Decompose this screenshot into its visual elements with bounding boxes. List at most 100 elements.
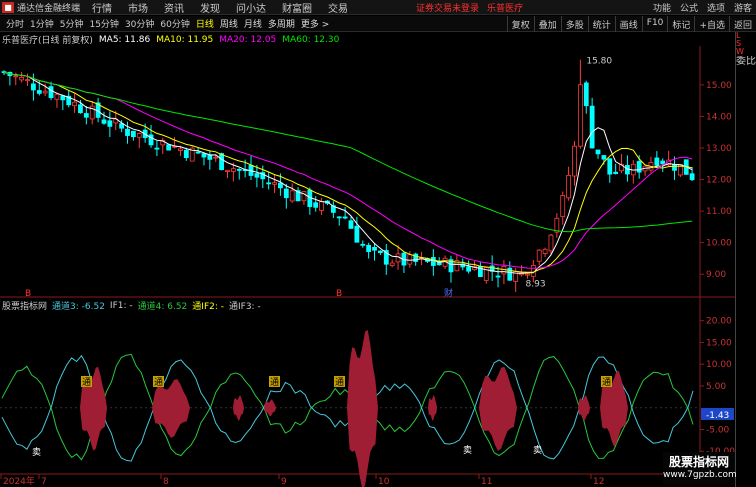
candle-body [607, 158, 613, 175]
candle-body [354, 225, 360, 243]
ma5-line [3, 71, 693, 274]
candle-body [101, 119, 107, 124]
ma60-value: MA60: 12.30 [282, 34, 340, 45]
candle-body [336, 216, 342, 219]
channel-spindle [428, 395, 437, 421]
candle-body [266, 182, 272, 185]
candle-body [589, 105, 595, 149]
sell-mark: 卖 [463, 445, 472, 456]
date-tick-label: 7 [41, 477, 47, 487]
watermark-title: 股票指标网 [668, 455, 729, 469]
candle-body [554, 217, 560, 233]
channel-spindle [578, 395, 590, 421]
candle-body [660, 160, 666, 165]
candle-body [178, 148, 183, 151]
indicator-legend: 股票指标网 通道3: -6.52 IF1: - 通道4: 6.52 通IF2: … [0, 299, 266, 313]
ma60-line [3, 71, 693, 233]
candle-body [201, 153, 207, 158]
candle-body [636, 161, 642, 173]
panel-mark-s: S [736, 40, 742, 48]
candle-body [566, 174, 572, 199]
candle-body [31, 83, 36, 91]
price-tick-label: 11.00 [706, 207, 732, 217]
indicator-tick-label: 15.00 [706, 338, 732, 348]
price-tick-label: 10.00 [706, 239, 732, 249]
watermark-url: www.7gpzb.com [663, 470, 737, 480]
candle-body [360, 243, 366, 246]
channel-spindle [347, 329, 378, 487]
candle-body [495, 275, 501, 278]
price-tick-label: 12.00 [706, 176, 732, 186]
candle-body [613, 171, 619, 174]
quote-side-panel: L S W 委比卖五卖四卖三卖二卖一买一买二买三买四买五现价涨跌涨幅总量外盘换手… [735, 32, 756, 487]
channel-spindle [264, 399, 276, 417]
ma20-line [3, 71, 693, 269]
indicator-badge-label: -1.43 [706, 411, 729, 421]
candle-body [166, 144, 172, 151]
candle-body [72, 101, 77, 107]
tong-mark: 通 [154, 377, 163, 388]
candle-body [83, 113, 89, 118]
ma5-value: MA5: 11.86 [98, 34, 151, 45]
candle-body [78, 104, 83, 114]
candle-body [466, 266, 472, 272]
if2-value: 通IF2: - [192, 302, 224, 312]
sell-mark: 卖 [32, 447, 41, 458]
candle-body [125, 128, 130, 136]
date-tick-label: 2024年 [3, 475, 35, 487]
price-tick-label: 9.00 [706, 270, 726, 280]
panel-item-0: 委比 [736, 56, 756, 67]
candle-body [389, 262, 395, 267]
candle-body [572, 145, 577, 177]
candle-body [348, 220, 354, 229]
buy-mark: B [25, 289, 31, 299]
candle-body [366, 244, 372, 253]
candle-body [42, 90, 48, 94]
channel-spindle [233, 395, 244, 421]
date-tick-label: 11 [481, 477, 492, 487]
indicator-tick-label: 20.00 [706, 317, 732, 327]
ma10-value: MA10: 11.95 [156, 34, 214, 45]
channel-spindle [479, 366, 517, 451]
candle-body [236, 169, 242, 171]
candle-body [219, 153, 225, 171]
kline-chart[interactable]: 15.00 14.00 13.00 12.00 11.00 10.00 9.00 20.00 1… [0, 0, 735, 487]
candle-body [213, 156, 219, 159]
candle-body [595, 149, 601, 155]
candle-body [430, 257, 436, 266]
tong-mark: 通 [602, 377, 611, 388]
price-tick-label: 15.00 [706, 81, 732, 91]
candle-body [54, 93, 60, 100]
tong-mark: 通 [82, 377, 91, 388]
ma20-value: MA20: 12.05 [219, 34, 277, 45]
candle-body [183, 149, 189, 159]
if1-value: IF1: - [109, 300, 133, 311]
candle-body [25, 79, 30, 82]
indicator-tick-label: -5.00 [706, 425, 730, 435]
candle-body [313, 202, 319, 208]
indicator-name[interactable]: 股票指标网 [2, 299, 47, 312]
indicator-tick-label: 5.00 [706, 382, 726, 392]
ma-legend: 乐普医疗(日线 前复权) MA5: 11.86 MA10: 11.95 MA20… [0, 33, 345, 47]
candle-body [525, 273, 530, 276]
candle-body [283, 188, 289, 199]
buy-mark: B [336, 289, 342, 299]
user-guest[interactable]: 游客 [734, 1, 752, 14]
candle-body [583, 82, 589, 107]
finance-mark: 财 [444, 287, 453, 299]
indicator-tick-label: 10.00 [706, 360, 732, 370]
low-price-label: 8.93 [526, 279, 546, 289]
candle-body [130, 130, 136, 138]
candle-body [230, 168, 236, 172]
candle-body [136, 133, 142, 138]
candle-body [689, 173, 695, 181]
if3-value: 通IF3: - [229, 302, 261, 312]
high-price-label: 15.80 [586, 57, 612, 67]
panel-mark-l: L [736, 32, 741, 40]
candle-body [254, 173, 260, 178]
ma10-line [3, 71, 693, 273]
candle-body [548, 234, 554, 252]
sell-mark: 卖 [533, 445, 542, 456]
candle-body [542, 248, 548, 254]
tong-mark: 通 [270, 377, 279, 388]
